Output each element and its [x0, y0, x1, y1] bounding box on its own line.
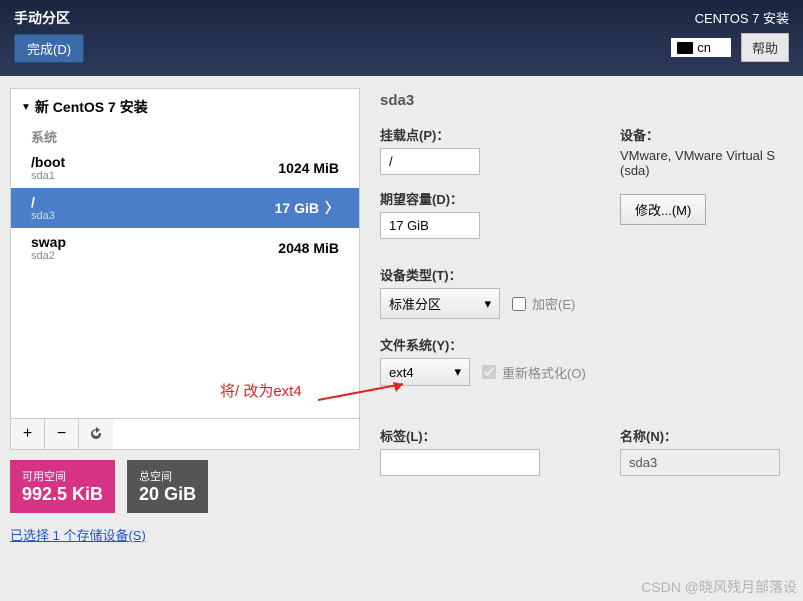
- capacity-label: 期望容量(D)：: [380, 189, 600, 208]
- done-button[interactable]: 完成(D): [14, 34, 84, 63]
- partition-panel: ▼ 新 CentOS 7 安装 系统 /boot sda1 1024 MiB /…: [10, 88, 360, 544]
- name-input: [620, 449, 780, 476]
- add-partition-button[interactable]: +: [11, 419, 45, 449]
- remove-partition-button[interactable]: −: [45, 419, 79, 449]
- device-type-select[interactable]: 标准分区 ▾: [380, 288, 500, 319]
- watermark: CSDN @晓风残月部落设: [641, 577, 797, 597]
- install-title: CENTOS 7 安装: [695, 8, 789, 27]
- device-label: 设备：: [620, 125, 793, 144]
- refresh-button[interactable]: [79, 419, 113, 449]
- keyboard-layout-selector[interactable]: cn: [671, 38, 731, 57]
- device-type-label: 设备类型(T)：: [380, 265, 793, 284]
- detail-panel: sda3 挂载点(P)： 期望容量(D)： 设备： VMware, VMware…: [380, 88, 793, 544]
- partition-row-boot[interactable]: /boot sda1 1024 MiB: [11, 148, 359, 188]
- tag-input[interactable]: [380, 449, 540, 476]
- annotation-arrow-icon: [318, 380, 418, 410]
- encrypt-label: 加密(E): [532, 294, 575, 313]
- install-section-header[interactable]: ▼ 新 CentOS 7 安装: [11, 89, 359, 125]
- help-button[interactable]: 帮助: [741, 33, 789, 62]
- selected-devices-link[interactable]: 已选择 1 个存储设备(S): [10, 525, 360, 544]
- name-label: 名称(N)：: [620, 426, 793, 445]
- chevron-down-icon: ▾: [484, 296, 491, 312]
- reformat-checkbox: [482, 365, 496, 379]
- refresh-icon: [88, 426, 104, 442]
- page-title: 手动分区: [14, 8, 84, 28]
- partition-row-swap[interactable]: swap sda2 2048 MiB: [11, 228, 359, 268]
- device-text: VMware, VMware Virtual S (sda): [620, 148, 793, 178]
- filesystem-label: 文件系统(Y)：: [380, 335, 793, 354]
- lang-code: cn: [697, 40, 711, 55]
- capacity-input[interactable]: [380, 212, 480, 239]
- encrypt-checkbox[interactable]: [512, 297, 526, 311]
- mount-point-input[interactable]: [380, 148, 480, 175]
- chevron-down-icon: ▾: [454, 364, 461, 380]
- modify-button[interactable]: 修改...(M): [620, 194, 706, 225]
- total-space-box: 总空间 20 GiB: [127, 460, 208, 513]
- chevron-right-icon: 〉: [325, 198, 339, 218]
- reformat-label: 重新格式化(O): [502, 363, 586, 382]
- collapse-triangle-icon: ▼: [21, 102, 31, 113]
- tag-label: 标签(L)：: [380, 426, 600, 445]
- mount-point-label: 挂载点(P)：: [380, 125, 600, 144]
- partition-action-row: + −: [11, 418, 359, 449]
- annotation-text: 将/ 改为ext4: [220, 380, 302, 401]
- keyboard-icon: [677, 42, 693, 54]
- selected-partition-title: sda3: [380, 92, 793, 109]
- partition-row-root[interactable]: / sda3 17 GiB〉: [11, 188, 359, 228]
- header-bar: 手动分区 完成(D) CENTOS 7 安装 cn 帮助: [0, 0, 803, 76]
- available-space-box: 可用空间 992.5 KiB: [10, 460, 115, 513]
- system-group-label: 系统: [11, 125, 359, 148]
